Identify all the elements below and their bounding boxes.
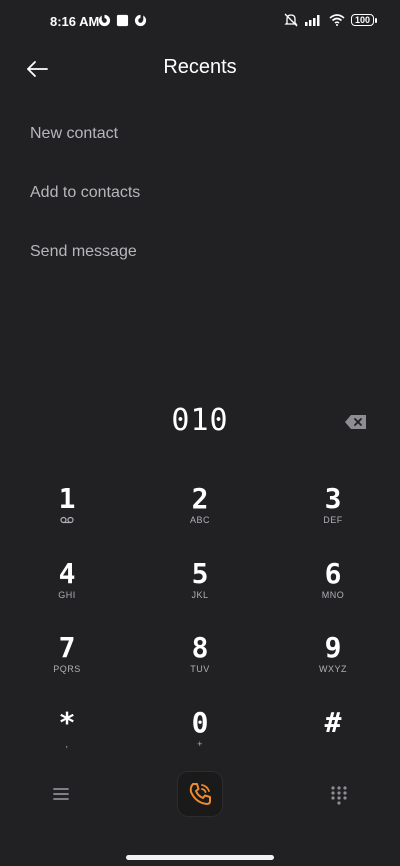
vpn-key-icon [134,14,147,27]
key-letters: , [65,739,69,749]
key-2[interactable]: 2 ABC [140,483,260,553]
key-digit: 5 [191,557,209,590]
key-6[interactable]: 6 MNO [273,558,393,628]
key-7[interactable]: 7 PQRS [7,632,127,702]
key-9[interactable]: 9 WXYZ [273,632,393,702]
key-digit: # [324,706,342,739]
backspace-icon[interactable] [344,413,368,431]
status-bar: 8:16 AM 100 [0,0,400,44]
vpn-key-icon [98,14,111,27]
key-letters: MNO [321,590,345,600]
phone-call-icon [189,783,211,805]
status-left-icons [98,14,147,27]
dialpad-icon[interactable] [330,785,348,805]
send-message-option[interactable]: Send message [30,230,140,289]
voicemail-icon [60,516,74,524]
key-3[interactable]: 3 DEF [273,483,393,553]
key-letters: + [197,739,203,749]
key-0[interactable]: 0 + [140,707,260,777]
key-digit: 2 [191,482,209,515]
key-digit: 4 [58,557,76,590]
key-digit: 7 [58,631,76,664]
new-contact-option[interactable]: New contact [30,112,140,171]
battery-icon: 100 [350,14,378,26]
key-digit: 8 [191,631,209,664]
key-letters: TUV [190,664,210,674]
key-letters: WXYZ [319,664,347,674]
key-letters: PQRS [53,664,81,674]
key-letters: DEF [323,515,343,525]
key-5[interactable]: 5 JKL [140,558,260,628]
key-letters: JKL [191,590,209,600]
signal-icon [304,15,320,26]
wifi-icon [329,14,345,26]
mute-vibrate-icon [284,13,298,27]
key-letters: ABC [189,515,210,525]
home-indicator[interactable] [126,855,274,860]
key-1[interactable]: 1 [7,483,127,553]
status-right-icons: 100 [283,13,378,27]
key-hash[interactable]: # [273,707,393,777]
key-4[interactable]: 4 GHI [7,558,127,628]
square-icon [116,14,129,27]
call-button[interactable] [178,772,222,816]
options-menu: New contact Add to contacts Send message [30,112,140,289]
key-star[interactable]: * , [7,707,127,777]
key-8[interactable]: 8 TUV [140,632,260,702]
status-time: 8:16 AM [50,14,100,29]
key-digit: 6 [324,557,342,590]
bottom-action-bar [0,770,400,820]
key-digit: 0 [191,706,209,739]
hamburger-menu-icon[interactable] [52,786,70,802]
key-digit: 9 [324,631,342,664]
add-to-contacts-option[interactable]: Add to contacts [30,171,140,230]
key-digit: 1 [58,482,76,515]
page-title: Recents [163,56,237,78]
key-digit: * [58,706,76,739]
key-letters: GHI [58,590,76,600]
dialed-number: 010 [171,403,229,438]
key-digit: 3 [324,482,342,515]
header: Recents [0,48,400,88]
